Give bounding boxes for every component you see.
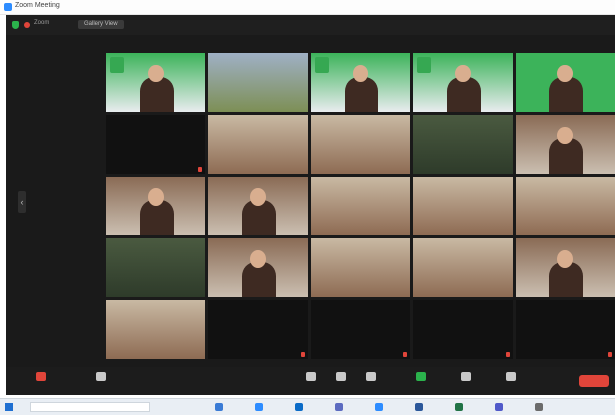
participant-face [147,188,164,206]
record-icon [461,372,471,381]
participant-tile[interactable] [310,176,411,236]
participant-face [250,188,267,206]
participants-button[interactable] [326,370,356,392]
participants-icon [336,372,346,381]
window-title: Zoom Meeting [15,2,60,9]
microphone-muted-icon [198,166,203,172]
participant-tile[interactable] [413,176,513,236]
teams-icon[interactable] [495,403,503,411]
participant-tile[interactable] [208,176,308,236]
microphone-muted-button[interactable] [26,370,56,392]
top-bar-label: Zoom [34,20,50,26]
zoom-meeting-window: Zoom Gallery View ‹ [6,15,615,395]
participant-tile[interactable] [208,238,308,298]
participant-tile[interactable] [515,176,615,236]
participant-tile[interactable] [106,53,206,112]
store-icon[interactable] [335,403,343,411]
security-button[interactable] [296,370,326,392]
participant-tile[interactable] [515,300,615,359]
participant-tile[interactable] [208,53,308,112]
participant-gallery-grid [106,53,615,359]
word-icon[interactable] [415,403,423,411]
school-logo-icon [110,57,124,73]
microphone-muted-icon [607,351,612,357]
folder-icon[interactable] [215,403,223,411]
microphone-muted-icon [505,351,510,357]
participant-tile[interactable] [106,238,206,298]
view-toggle-button[interactable]: Gallery View [78,20,124,29]
participant-tile[interactable] [310,114,411,174]
participant-tile[interactable] [413,238,513,298]
participant-tile[interactable] [515,53,615,112]
reactions-icon [506,372,516,381]
record-button[interactable] [451,370,481,392]
chat-button[interactable] [356,370,386,392]
windows-start-icon[interactable] [5,403,13,411]
participant-tile[interactable] [310,300,411,359]
taskbar-search-input[interactable] [30,402,150,412]
browser-icon[interactable] [255,403,263,411]
participant-tile[interactable] [515,238,615,298]
meeting-toolbar [6,367,615,395]
video-button[interactable] [86,370,116,392]
microphone-muted-icon [403,351,408,357]
participant-face [250,250,267,268]
security-icon [306,372,316,381]
participant-face [147,64,164,83]
participant-tile[interactable] [310,238,411,298]
microphone-muted-icon [36,372,46,381]
meeting-top-bar: Zoom Gallery View [6,15,615,35]
video-icon [96,372,106,381]
microphone-muted-icon [300,351,305,357]
participant-tile[interactable] [413,114,513,174]
reactions-button[interactable] [496,370,526,392]
zoom-logo-icon [4,3,12,11]
desktop: Zoom Meeting Zoom Gallery View ‹ [0,0,615,415]
participant-tile[interactable] [208,114,308,174]
mail-icon[interactable] [295,403,303,411]
participant-tile[interactable] [310,53,411,112]
window-titlebar: Zoom Meeting [0,0,615,15]
end-meeting-button[interactable] [579,375,609,387]
share-screen-icon [416,372,426,381]
participant-tile[interactable] [106,114,206,174]
school-logo-icon [314,57,329,73]
participant-face [454,64,471,83]
school-logo-icon [417,57,432,73]
participant-tile[interactable] [413,53,513,112]
share-screen-button[interactable] [406,370,436,392]
zoom-icon[interactable] [375,403,383,411]
participant-tile[interactable] [413,300,513,359]
recording-indicator-icon [24,22,30,28]
participant-tile[interactable] [515,114,615,174]
participant-face [557,250,574,268]
settings-icon[interactable] [535,403,543,411]
excel-icon[interactable] [455,403,463,411]
security-shield-icon[interactable] [12,21,19,29]
participant-tile[interactable] [208,300,308,359]
participant-tile[interactable] [106,176,206,236]
participant-tile[interactable] [106,300,206,359]
chat-icon [366,372,376,381]
previous-page-arrow-icon[interactable]: ‹ [18,191,26,213]
windows-taskbar [0,398,615,415]
